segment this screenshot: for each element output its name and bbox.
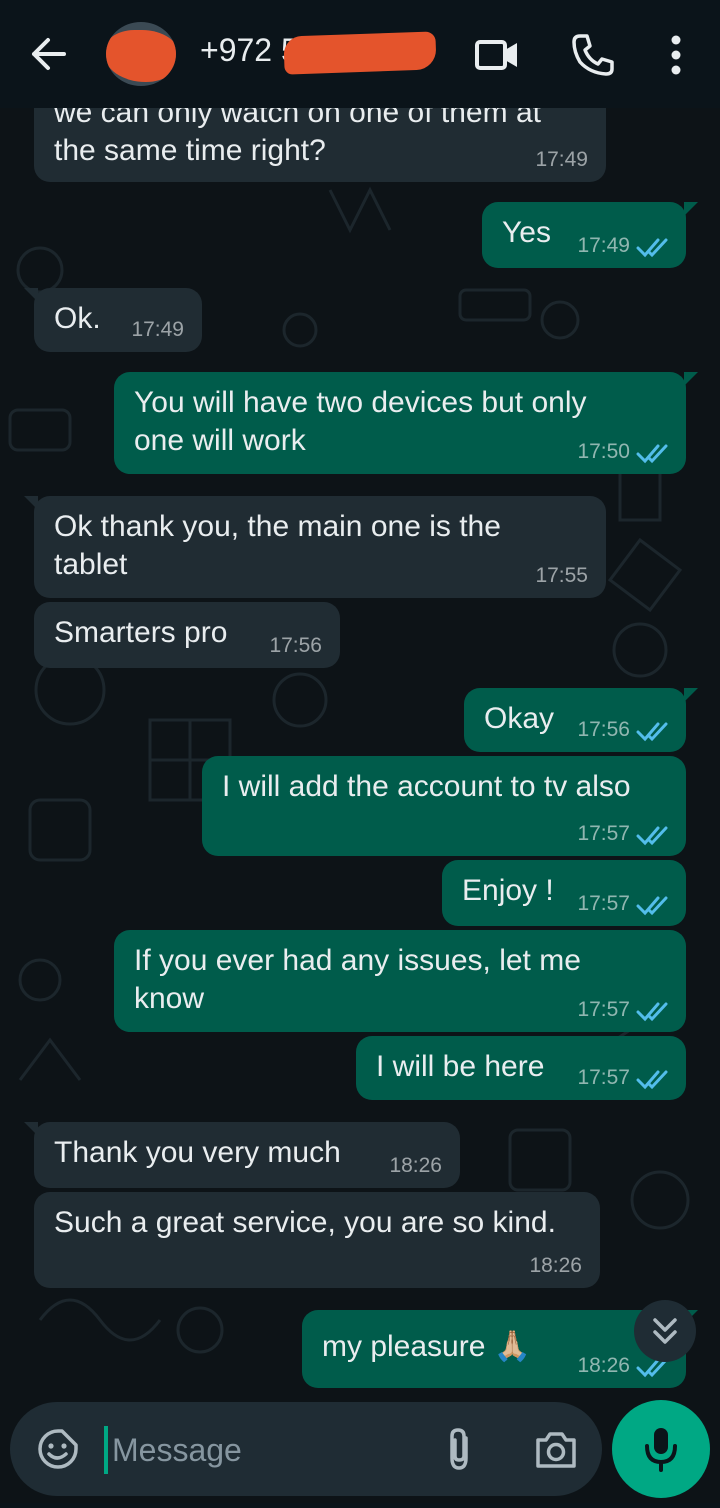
message-text-line: Ok thank you, the main one is the [54, 510, 501, 543]
message-time: 17:50 [577, 440, 630, 463]
video-call-button[interactable] [474, 32, 520, 78]
sticker-button[interactable] [36, 1427, 80, 1471]
message-time: 18:26 [577, 1354, 630, 1377]
message-text-line: Yes [502, 216, 551, 249]
read-receipt-icon [636, 1070, 668, 1090]
message-text-line: tablet [54, 548, 128, 581]
message-time: 17:57 [577, 892, 630, 915]
video-call-icon [475, 40, 517, 70]
message-time: 18:26 [529, 1254, 582, 1277]
message-time: 17:57 [577, 998, 630, 1021]
more-vert-icon [671, 35, 681, 75]
message-time: 17:57 [577, 1066, 630, 1089]
message-composer [10, 1402, 602, 1496]
message-text-line: Enjoy ! [462, 874, 554, 907]
incoming-message[interactable]: Smarters pro 17:56 [34, 602, 340, 668]
message-text-line: If you ever had any issues, let me [134, 944, 581, 977]
camera-icon [536, 1432, 576, 1468]
message-text-line: Smarters pro [54, 616, 228, 649]
microphone-icon [645, 1428, 677, 1472]
outgoing-message[interactable]: Enjoy ! 17:57 [442, 860, 686, 926]
attach-button[interactable] [438, 1424, 482, 1474]
message-time: 17:57 [577, 822, 630, 845]
contact-avatar[interactable] [106, 22, 176, 86]
outgoing-message[interactable]: I will be here 17:57 [356, 1036, 686, 1100]
outgoing-message[interactable]: You will have two devices but only one w… [114, 372, 698, 474]
incoming-message[interactable]: Ok. 17:49 [24, 288, 202, 352]
bubble-tail [684, 202, 698, 216]
voice-call-button[interactable] [570, 32, 616, 78]
read-receipt-icon [636, 896, 668, 916]
message-text-line: I will add the account to tv also [222, 770, 631, 803]
message-text-line: You will have two devices but only [134, 386, 587, 419]
message-text-line: know [134, 982, 205, 1015]
bubble-tail [24, 496, 38, 510]
outgoing-message[interactable]: If you ever had any issues, let me know … [114, 930, 686, 1032]
message-text-line: I will be here [376, 1050, 545, 1083]
text-caret [104, 1426, 108, 1474]
scroll-to-bottom-button[interactable] [634, 1300, 696, 1362]
read-receipt-icon [636, 444, 668, 464]
incoming-message[interactable]: Thank you very much 18:26 [24, 1122, 460, 1188]
voice-message-button[interactable] [612, 1400, 710, 1498]
phone-icon [572, 34, 614, 76]
bubble-tail [24, 1122, 38, 1136]
message-time: 17:56 [269, 634, 322, 657]
message-text-line: Thank you very much [54, 1136, 341, 1169]
more-options-button[interactable] [656, 32, 696, 78]
sticker-smiley-icon [38, 1429, 78, 1469]
bubble-tail [684, 372, 698, 386]
message-input[interactable] [110, 1424, 414, 1476]
double-chevron-down-icon [653, 1318, 677, 1344]
message-time: 18:26 [389, 1154, 442, 1177]
read-receipt-icon [636, 238, 668, 258]
bubble-tail [684, 688, 698, 702]
message-time: 17:55 [535, 564, 588, 587]
message-text-line: Such a great service, you are so kind. [54, 1206, 556, 1239]
incoming-message[interactable]: Ok thank you, the main one is the tablet… [24, 496, 606, 598]
incoming-message[interactable]: Such a great service, you are so kind. 1… [34, 1192, 600, 1288]
contact-number-redaction [283, 31, 437, 75]
message-text-line: one will work [134, 424, 306, 457]
outgoing-message[interactable]: Okay 17:56 [464, 688, 698, 752]
outgoing-message[interactable]: I will add the account to tv also 17:57 [202, 756, 686, 856]
message-text-line: my pleasure 🙏🏼 [322, 1330, 532, 1363]
back-button[interactable] [26, 30, 70, 78]
read-receipt-icon [636, 722, 668, 742]
back-arrow-icon [32, 38, 66, 70]
bubble-tail [24, 288, 38, 302]
read-receipt-icon [636, 826, 668, 846]
message-time: 17:49 [535, 148, 588, 171]
message-text-line: Ok. [54, 302, 101, 335]
message-time: 17:56 [577, 718, 630, 741]
avatar-redaction [106, 30, 176, 82]
camera-button[interactable] [532, 1428, 580, 1472]
outgoing-message[interactable]: Yes 17:49 [482, 202, 698, 268]
read-receipt-icon [636, 1002, 668, 1022]
message-text-line: Okay [484, 702, 555, 735]
message-time: 17:49 [577, 234, 630, 257]
message-time: 17:49 [131, 318, 184, 341]
paperclip-icon [450, 1428, 468, 1470]
outgoing-message[interactable]: my pleasure 🙏🏼 18:26 [302, 1310, 698, 1388]
chat-header: +972 5 [0, 0, 720, 108]
message-text-line: the same time right? [54, 134, 326, 167]
